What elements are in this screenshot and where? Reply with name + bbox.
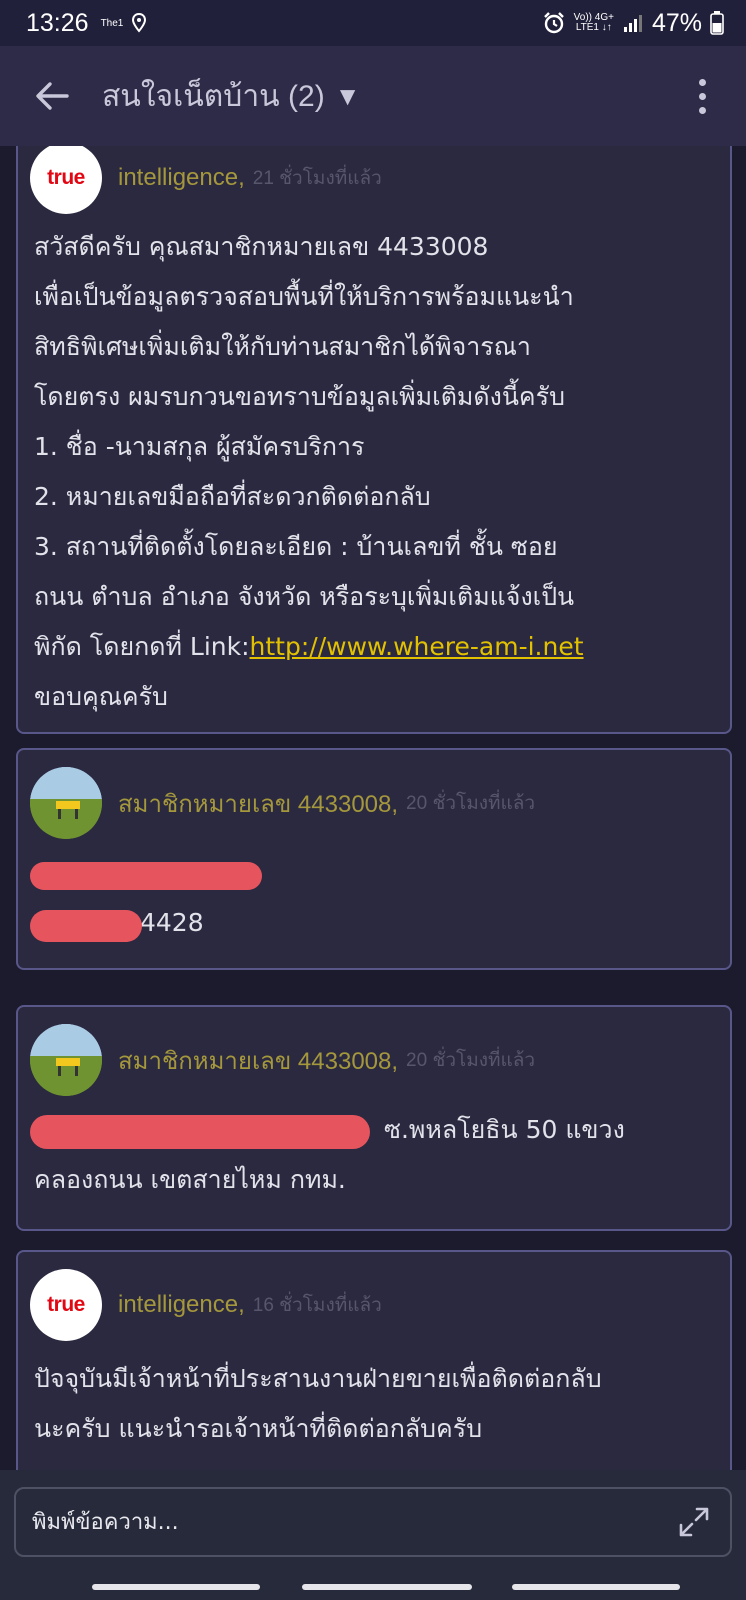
redaction-mark [30, 862, 262, 890]
alarm-icon [543, 12, 564, 34]
location-link[interactable]: http://www.where-am-i.net [250, 632, 584, 661]
more-vertical-dot [698, 92, 706, 100]
nav-recents-handle[interactable] [92, 1584, 260, 1590]
network-indicator: Vo)) 4G+ LTE1 ↓↑ [574, 13, 614, 33]
message-line: โดยตรง ผมรบกวนขอทราบข้อมูลเพิ่มเติมดังนี… [34, 382, 565, 411]
more-vertical-dot [698, 106, 706, 114]
battery-percent: 47% [651, 8, 702, 37]
arrow-left-icon [36, 82, 69, 110]
conversation-title: สนใจเน็ตบ้าน (2) [102, 79, 325, 113]
author-name: intelligence, [118, 164, 245, 191]
status-time: 13:26 [26, 8, 89, 37]
message-line: 1. ชื่อ -นามสกุล ผู้สมัครบริการ [34, 432, 365, 461]
message-line: 3. สถานที่ติดตั้งโดยละเอียด : บ้านเลขที่… [34, 532, 558, 561]
message-header: สมาชิกหมายเลข 4433008, 20 ชั่วโมงที่แล้ว [18, 750, 730, 844]
true-logo: true [47, 166, 85, 189]
author-name: สมาชิกหมายเลข 4433008, [118, 790, 399, 818]
message-line: เพื่อเป็นข้อมูลตรวจสอบพื้นที่ให้บริการพร… [34, 282, 574, 311]
message-line: สวัสดีครับ คุณสมาชิกหมายเลข 4433008 [34, 232, 489, 261]
message-input[interactable] [32, 1509, 674, 1535]
author-name: สมาชิกหมายเลข 4433008, [118, 1047, 399, 1075]
message-header: true intelligence, 21 ชั่วโมงที่แล้ว [18, 146, 730, 218]
message-time: 16 ชั่วโมงที่แล้ว [252, 1295, 382, 1316]
composer-field [14, 1487, 732, 1557]
status-right-group: Vo)) 4G+ LTE1 ↓↑ 47% [542, 9, 724, 38]
system-navigation-bar [0, 1574, 746, 1600]
chevron-down-icon: ▼ [334, 80, 361, 111]
avatar-true-logo: true [30, 1269, 102, 1341]
avatar-true-logo: true [30, 146, 102, 214]
link-prefix: พิกัด โดยกดที่ Link: [34, 632, 250, 661]
true-logo: true [47, 1293, 85, 1316]
back-button[interactable] [22, 66, 82, 126]
expand-icon [679, 1507, 709, 1537]
battery-icon [710, 11, 724, 35]
field-photo-icon [30, 767, 102, 839]
visible-text: ซ.พหลโยธิน 50 แขวง [384, 1115, 625, 1144]
network-bottom-label: LTE1 ↓↑ [575, 22, 612, 33]
message-line: ถนน ตำบล อำเภอ จังหวัด หรือระบุเพิ่มเติม… [34, 582, 575, 611]
avatar-user-photo [30, 767, 102, 839]
message-body: ปัจจุบันมีเจ้าหน้าที่ประสานงานฝ่ายขายเพื… [18, 1346, 730, 1470]
message-time: 20 ชั่วโมงที่แล้ว [406, 1050, 536, 1071]
message-card: true intelligence, 21 ชั่วโมงที่แล้ว สวั… [16, 146, 732, 734]
message-body: 4428 [18, 844, 730, 968]
message-card: สมาชิกหมายเลข 4433008, 20 ชั่วโมงที่แล้ว… [16, 1005, 732, 1231]
app-bar: สนใจเน็ตบ้าน (2) ▼ [0, 46, 746, 146]
message-line: ปัจจุบันมีเจ้าหน้าที่ประสานงานฝ่ายขายเพื… [34, 1364, 602, 1393]
avatar-user-photo [30, 1024, 102, 1096]
message-header: สมาชิกหมายเลข 4433008, 20 ชั่วโมงที่แล้ว [18, 1007, 730, 1101]
status-bar: 13:26 The1 Vo)) 4G+ LTE1 ↓↑ 47% [0, 0, 746, 46]
more-vertical-icon [698, 78, 706, 86]
message-line: ขอบคุณครับ [34, 682, 168, 711]
message-body: สวัสดีครับ คุณสมาชิกหมายเลข 4433008 เพื่… [18, 218, 730, 742]
message-card: true intelligence, 16 ชั่วโมงที่แล้ว ปัจ… [16, 1250, 732, 1470]
redaction-mark [30, 1115, 370, 1149]
field-photo-icon [30, 1024, 102, 1096]
redaction-mark [30, 910, 142, 942]
signal-icon [623, 15, 642, 32]
message-body: ซ.พหลโยธิน 50 แขวง คลองถนน เขตสายไหม กทม… [18, 1101, 730, 1225]
message-time: 21 ชั่วโมงที่แล้ว [252, 168, 382, 189]
message-feed[interactable]: true intelligence, 21 ชั่วโมงที่แล้ว สวั… [0, 146, 746, 1470]
message-line: คลองถนน เขตสายไหม กทม. [34, 1165, 346, 1194]
location-icon [132, 13, 147, 33]
carrier-mini-label: The1 [100, 17, 124, 29]
message-line: สิทธิพิเศษเพิ่มเติมให้กับท่านสมาชิกได้พิ… [34, 332, 531, 361]
message-time: 20 ชั่วโมงที่แล้ว [406, 793, 536, 814]
author-name: intelligence, [118, 1291, 245, 1318]
nav-back-handle[interactable] [512, 1584, 680, 1590]
expand-button[interactable] [674, 1502, 714, 1542]
nav-home-handle[interactable] [302, 1584, 472, 1590]
more-options-button[interactable] [692, 71, 712, 121]
conversation-title-dropdown[interactable]: สนใจเน็ตบ้าน (2) ▼ [102, 73, 360, 120]
message-line: 2. หมายเลขมือถือที่สะดวกติดต่อกลับ [34, 482, 431, 511]
message-line: นะครับ แนะนำรอเจ้าหน้าที่ติดต่อกลับครับ [34, 1414, 483, 1443]
visible-text: 4428 [140, 908, 204, 937]
message-card: สมาชิกหมายเลข 4433008, 20 ชั่วโมงที่แล้ว… [16, 748, 732, 970]
message-line: พิกัด โดยกดที่ Link:http://www.where-am-… [34, 622, 714, 672]
message-header: true intelligence, 16 ชั่วโมงที่แล้ว [18, 1252, 730, 1346]
